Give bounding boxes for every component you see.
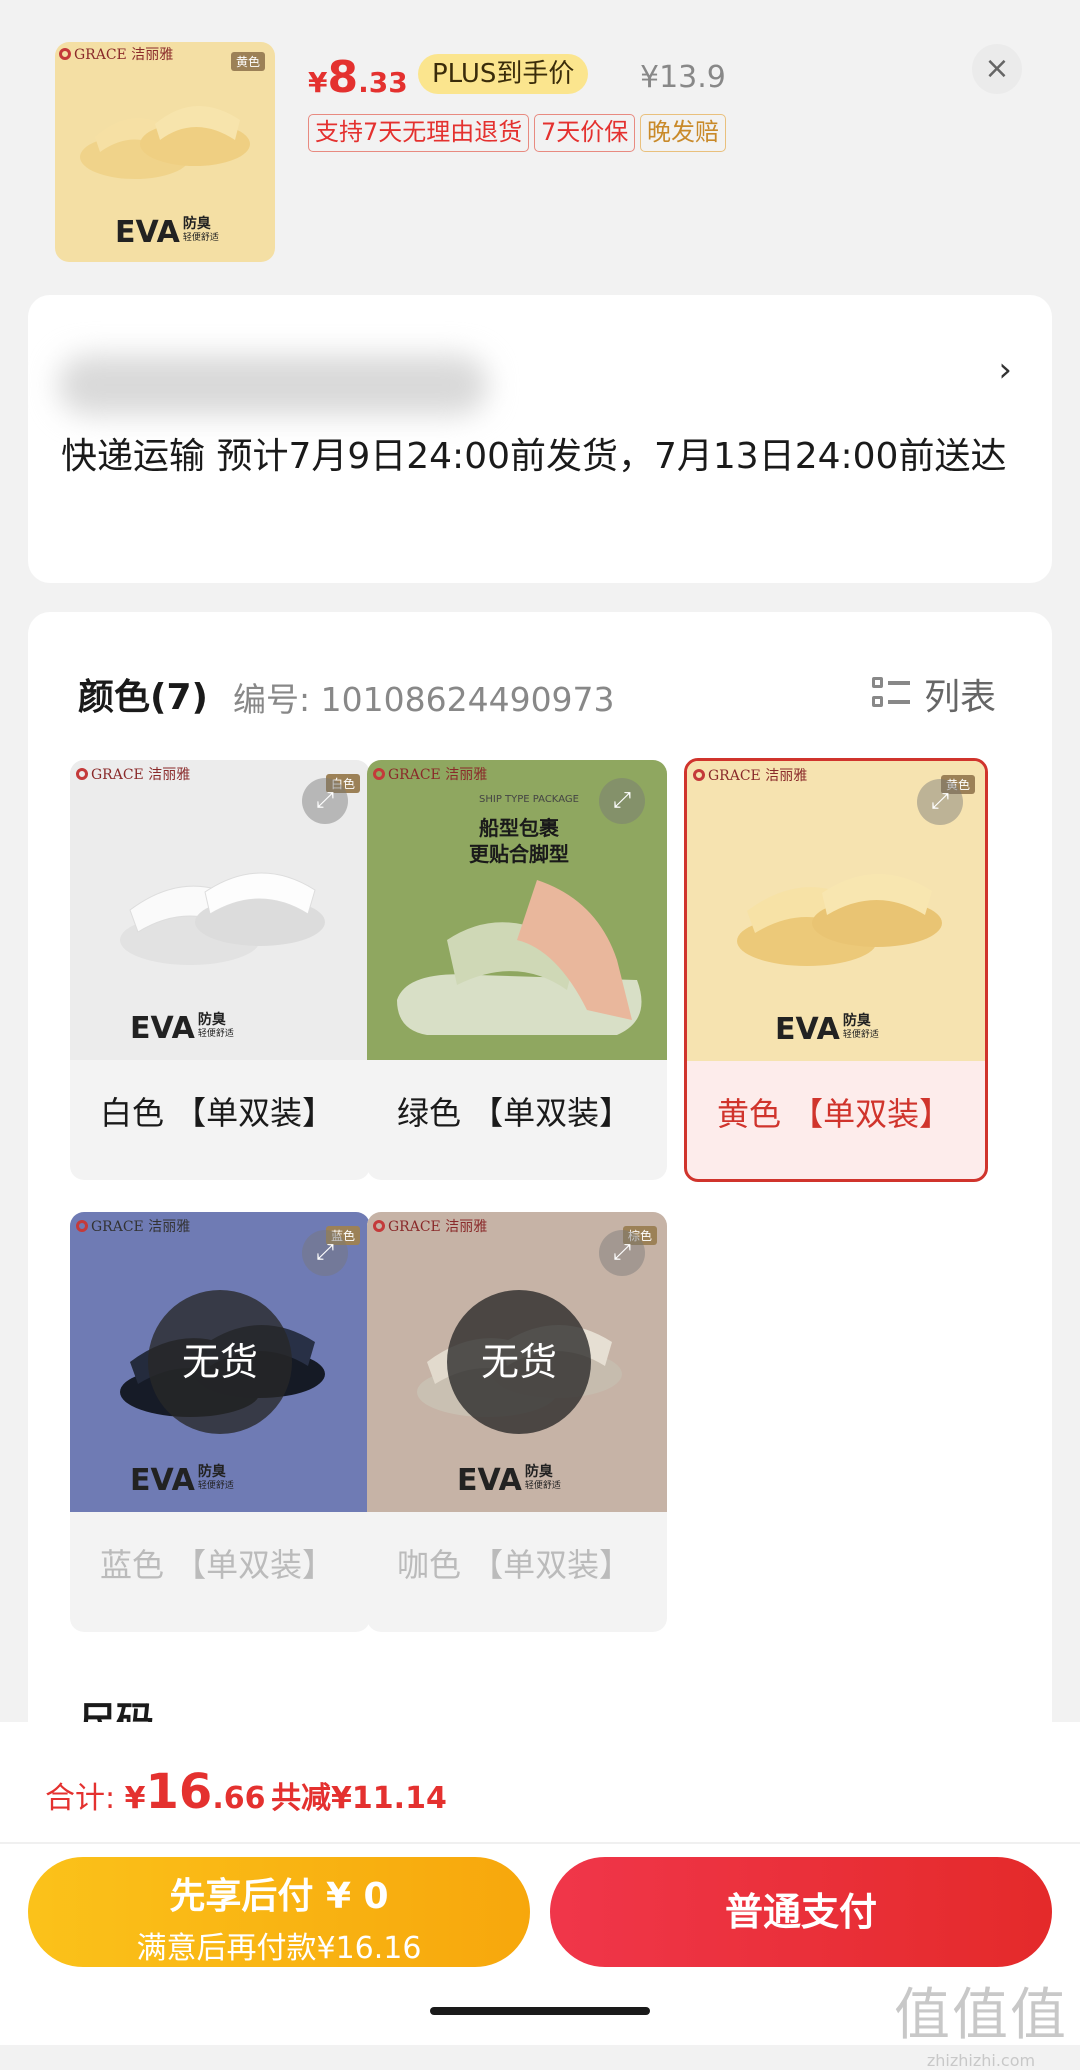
option-label: 蓝色 【单双装】 (100, 1546, 335, 1584)
out-of-stock-badge: 无货 (148, 1290, 292, 1434)
brand-logo: GRACE 洁丽雅 (373, 1216, 487, 1236)
color-option-yellow[interactable]: GRACE 洁丽雅 黄色 EVA 防臭 轻便舒适 ⤢ 黄色 【单双装】 (684, 758, 988, 1182)
option-image: GRACE 洁丽雅 棕色 EVA 防臭 轻便舒适 ⤢ 无货 (367, 1212, 667, 1512)
shipping-info: 快递运输 预计7月9日24:00前发货，7月13日24:00前送达 (61, 436, 1007, 477)
list-icon (872, 677, 910, 711)
color-section-title: 颜色(7) (78, 677, 208, 718)
service-tag-late-comp: 晚发赔 (640, 114, 726, 152)
pay-later-subtitle: 满意后再付款¥16.16 (136, 1931, 422, 1966)
eva-label: EVA 防臭 轻便舒适 (775, 1012, 879, 1047)
brand-logo: GRACE 洁丽雅 (59, 44, 173, 64)
slipper-image (120, 872, 325, 965)
eva-label: EVA 防臭 轻便舒适 (130, 1463, 234, 1498)
option-label: 白色 【单双装】 (100, 1094, 335, 1132)
chevron-right-icon[interactable]: › (998, 350, 1012, 390)
brand-logo: GRACE 洁丽雅 (76, 1216, 190, 1236)
plus-price-badge: PLUS到手价 (418, 54, 589, 94)
pay-later-title: 先享后付 ¥ 0 (169, 1876, 389, 1917)
checkout-bar: 合计: ¥16.66 共减¥11.14 先享后付 ¥ 0 满意后再付款¥16.1… (0, 1722, 1080, 2070)
slipper-image (397, 880, 642, 1035)
product-code: 编号: 10108624490973 (233, 680, 615, 719)
service-tag-price-protect: 7天价保 (534, 114, 636, 152)
discount-text: 共减¥11.14 (271, 1781, 447, 1816)
slipper-image (737, 873, 942, 966)
option-label: 黄色 【单双装】 (717, 1095, 952, 1133)
close-icon[interactable]: × (972, 44, 1022, 94)
eva-label: EVA 防臭 轻便舒适 (457, 1463, 561, 1498)
pay-later-button[interactable]: 先享后付 ¥ 0 满意后再付款¥16.16 (28, 1857, 530, 1967)
color-option-white[interactable]: GRACE 洁丽雅 白色 EVA 防臭 轻便舒适 ⤢ 白色 【单双装】 (70, 760, 370, 1180)
expand-icon[interactable]: ⤢ (302, 778, 348, 824)
color-option-brown[interactable]: GRACE 洁丽雅 棕色 EVA 防臭 轻便舒适 ⤢ 无货 咖色 【单双装】 (367, 1212, 667, 1632)
option-image: GRACE 洁丽雅 蓝色 EVA 防臭 轻便舒适 ⤢ 无货 (70, 1212, 370, 1512)
expand-icon[interactable]: ⤢ (599, 1230, 645, 1276)
slipper-image (80, 105, 250, 179)
brand-logo: GRACE 洁丽雅 (76, 764, 190, 784)
expand-icon[interactable]: ⤢ (917, 779, 963, 825)
brand-logo: GRACE 洁丽雅 (693, 765, 807, 785)
eva-label: EVA 防臭 轻便舒适 (130, 1011, 234, 1046)
shipping-card[interactable]: › 快递运输 预计7月9日24:00前发货，7月13日24:00前送达 (28, 295, 1052, 583)
color-tag: 黄色 (230, 52, 265, 71)
original-price: ¥13.9 (640, 60, 726, 95)
brand-logo: GRACE 洁丽雅 (373, 764, 487, 784)
normal-pay-button[interactable]: 普通支付 (550, 1857, 1052, 1967)
product-price: ¥8.33 (308, 52, 408, 103)
eva-label: EVA 防臭 轻便舒适 (115, 215, 219, 250)
product-header: GRACE 洁丽雅 黄色 EVA 防臭 轻便舒适 ¥8.33 PLUS到手价 ¥13… (0, 0, 1080, 290)
option-label: 绿色 【单双装】 (397, 1094, 632, 1132)
out-of-stock-badge: 无货 (447, 1290, 591, 1434)
list-view-toggle[interactable]: 列表 (872, 668, 996, 720)
option-label: 咖色 【单双装】 (397, 1546, 632, 1584)
color-option-blue[interactable]: GRACE 洁丽雅 蓝色 EVA 防臭 轻便舒适 ⤢ 无货 蓝色 【单双装】 (70, 1212, 370, 1632)
product-thumbnail[interactable]: GRACE 洁丽雅 黄色 EVA 防臭 轻便舒适 (55, 42, 275, 262)
blurred-address (58, 355, 488, 415)
service-tag-return: 支持7天无理由退货 (308, 114, 530, 152)
watermark: 值值值 zhizhizhi.com (894, 1983, 1068, 2070)
package-title: 船型包裹 (479, 816, 559, 840)
option-image: GRACE 洁丽雅 白色 EVA 防臭 轻便舒适 ⤢ (70, 760, 370, 1060)
total-price: 合计: ¥16.66 共减¥11.14 (45, 1764, 447, 1820)
package-en: SHIP TYPE PACKAGE (479, 794, 579, 805)
expand-icon[interactable]: ⤢ (302, 1230, 348, 1276)
option-image: GRACE 洁丽雅 黄色 EVA 防臭 轻便舒适 ⤢ (687, 761, 985, 1061)
color-option-green[interactable]: GRACE 洁丽雅 SHIP TYPE PACKAGE 船型包裹 更贴合脚型 ⤢… (367, 760, 667, 1180)
expand-icon[interactable]: ⤢ (599, 778, 645, 824)
divider (0, 1842, 1080, 1844)
option-image: GRACE 洁丽雅 SHIP TYPE PACKAGE 船型包裹 更贴合脚型 ⤢ (367, 760, 667, 1060)
home-indicator (430, 2007, 650, 2015)
